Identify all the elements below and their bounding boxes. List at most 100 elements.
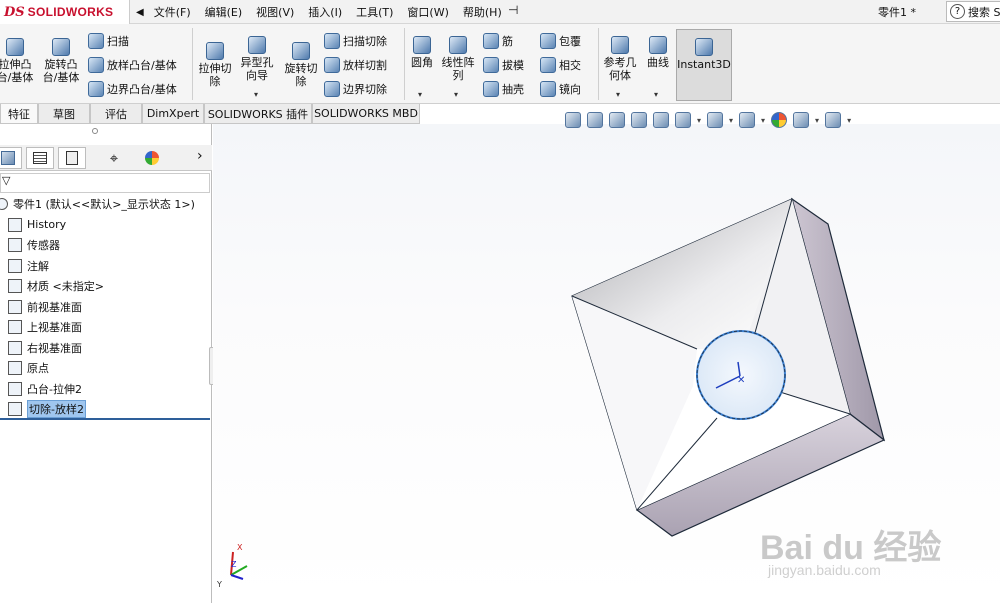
help-search-box[interactable]: ? 搜索 S <box>946 1 1000 22</box>
menu-collapse-icon[interactable]: ◀ <box>136 7 144 18</box>
tree-item-cut-loft2[interactable]: 切除-放样2 <box>0 399 210 420</box>
tree-item-top-plane[interactable]: 上视基准面 <box>0 317 210 338</box>
tab-solidworks-mbd[interactable]: SOLIDWORKS MBD <box>312 104 420 124</box>
tree-item-right-plane[interactable]: 右视基准面 <box>0 338 210 359</box>
hide-show-items-icon[interactable] <box>739 112 756 128</box>
menu-window[interactable]: 窗口(W) <box>407 4 448 20</box>
tree-item-sensors[interactable]: 传感器 <box>0 235 210 256</box>
intersect-label: 相交 <box>559 59 581 72</box>
boundary-cut-button[interactable]: 边界切除 <box>324 81 387 97</box>
linear-pattern-button[interactable]: 线性阵列 <box>440 36 476 82</box>
tree-item-history[interactable]: History <box>0 215 210 236</box>
rib-button[interactable]: 筋 <box>483 33 513 49</box>
help-icon[interactable]: ? <box>950 4 965 19</box>
solidworks-logo[interactable]: DS SOLIDWORKS <box>0 0 130 24</box>
shell-button[interactable]: 抽壳 <box>483 81 524 97</box>
instant3d-button[interactable]: Instant3D <box>676 29 732 101</box>
annotation-icon <box>8 258 22 273</box>
panel-expand-icon[interactable]: › <box>197 148 203 164</box>
panel-grip-icon[interactable] <box>92 128 98 134</box>
tab-evaluate[interactable]: 评估 <box>90 104 142 124</box>
tab-solidworks-addins[interactable]: SOLIDWORKS 插件 <box>204 104 312 124</box>
display-manager-tab-icon[interactable] <box>138 147 166 169</box>
tree-root-part[interactable]: 零件1 (默认<<默认>_显示状态 1>) <box>0 194 210 215</box>
dimxpert-tab-icon[interactable]: ⌖ <box>100 147 128 169</box>
loft-boss-button[interactable]: 放样凸台/基体 <box>88 57 177 73</box>
shell-label: 抽壳 <box>502 83 524 96</box>
feature-manager-panel: ⌖ › ▽ 零件1 (默认<<默认>_显示状态 1>) History 传感器 … <box>0 124 212 603</box>
curves-button[interactable]: 曲线 <box>642 36 674 69</box>
reference-geometry-button[interactable]: 参考几何体 <box>600 36 640 82</box>
zoom-to-area-icon[interactable] <box>587 112 603 128</box>
baidu-watermark-url: jingyan.baidu.com <box>768 562 881 578</box>
feature-tree-tab-icon[interactable] <box>0 147 22 169</box>
sweep-cut-icon <box>324 33 340 49</box>
wrap-button[interactable]: 包覆 <box>540 33 581 49</box>
hole-wizard-dropdown-icon[interactable]: ▾ <box>254 90 258 99</box>
document-title: 零件1 * <box>878 6 916 19</box>
revolve-boss-button[interactable]: 旋转凸台/基体 <box>40 38 82 84</box>
tree-item-label: 右视基准面 <box>27 341 82 355</box>
tree-item-material[interactable]: 材质 <未指定> <box>0 276 210 297</box>
intersect-button[interactable]: 相交 <box>540 57 581 73</box>
mirror-button[interactable]: 镜向 <box>540 81 581 97</box>
fillet-button[interactable]: 圆角 <box>406 36 438 69</box>
previous-view-icon[interactable] <box>609 112 625 128</box>
tree-item-origin[interactable]: 原点 <box>0 358 210 379</box>
chevron-down-icon[interactable]: ▾ <box>761 116 765 125</box>
extrude-boss-button[interactable]: 拉伸凸台/基体 <box>0 38 36 84</box>
tab-dimxpert[interactable]: DimXpert <box>142 104 204 124</box>
reference-geometry-icon <box>611 36 629 54</box>
tree-item-boss-extrude2[interactable]: 凸台-拉伸2 <box>0 379 210 400</box>
loft-cut-button[interactable]: 放样切割 <box>324 57 387 73</box>
rollback-bar[interactable] <box>0 418 210 420</box>
command-manager: 拉伸凸台/基体 旋转凸台/基体 扫描 放样凸台/基体 边界凸台/基体 拉伸切除 … <box>0 24 1000 104</box>
menu-file[interactable]: 文件(F) <box>154 4 191 20</box>
extrude-cut-button[interactable]: 拉伸切除 <box>196 42 234 88</box>
apply-scene-icon[interactable] <box>793 112 810 128</box>
view-settings-icon[interactable] <box>825 112 842 128</box>
chevron-down-icon[interactable]: ▾ <box>815 116 819 125</box>
instant3d-icon <box>695 38 713 56</box>
hole-wizard-button[interactable]: 异型孔向导 <box>238 36 276 82</box>
filter-icon[interactable]: ▽ <box>2 174 10 187</box>
reference-geometry-dropdown-icon[interactable]: ▾ <box>616 90 620 99</box>
draft-button[interactable]: 拔模 <box>483 57 524 73</box>
linear-pattern-dropdown-icon[interactable]: ▾ <box>454 90 458 99</box>
menu-view[interactable]: 视图(V) <box>256 4 294 20</box>
chevron-down-icon[interactable]: ▾ <box>729 116 733 125</box>
pin-icon[interactable]: ⊣ <box>508 3 518 17</box>
menu-help[interactable]: 帮助(H) <box>463 4 502 20</box>
tab-sketch[interactable]: 草图 <box>38 104 90 124</box>
chevron-down-icon[interactable]: ▾ <box>847 116 851 125</box>
sweep-button[interactable]: 扫描 <box>88 33 129 49</box>
menu-tools[interactable]: 工具(T) <box>356 4 393 20</box>
edit-appearance-icon[interactable] <box>771 112 788 128</box>
zoom-to-fit-icon[interactable] <box>565 112 581 128</box>
revolve-cut-button[interactable]: 旋转切除 <box>282 42 320 88</box>
configuration-tab-icon[interactable] <box>58 147 86 169</box>
tree-item-label: 前视基准面 <box>27 300 82 314</box>
display-style-icon[interactable] <box>707 112 724 128</box>
section-view-icon[interactable] <box>631 112 647 128</box>
dynamic-annotation-icon[interactable] <box>653 112 669 128</box>
sweep-icon <box>88 33 104 49</box>
sensor-icon <box>8 238 22 253</box>
boundary-boss-button[interactable]: 边界凸台/基体 <box>88 81 177 97</box>
command-manager-tabs: 特征 草图 评估 DimXpert SOLIDWORKS 插件 SOLIDWOR… <box>0 104 420 124</box>
curves-dropdown-icon[interactable]: ▾ <box>654 90 658 99</box>
menu-edit[interactable]: 编辑(E) <box>205 4 243 20</box>
curves-icon <box>649 36 667 54</box>
extrude-boss-icon <box>6 38 24 56</box>
tree-item-front-plane[interactable]: 前视基准面 <box>0 297 210 318</box>
tree-item-annotations[interactable]: 注解 <box>0 256 210 277</box>
property-manager-tab-icon[interactable] <box>26 147 54 169</box>
tree-filter[interactable]: ▽ <box>0 173 210 193</box>
fillet-dropdown-icon[interactable]: ▾ <box>418 90 422 99</box>
view-orientation-icon[interactable] <box>675 112 691 128</box>
sweep-cut-button[interactable]: 扫描切除 <box>324 33 387 49</box>
menu-insert[interactable]: 插入(I) <box>308 4 342 20</box>
material-icon <box>8 279 22 294</box>
tab-features[interactable]: 特征 <box>0 104 38 124</box>
chevron-down-icon[interactable]: ▾ <box>697 116 701 125</box>
